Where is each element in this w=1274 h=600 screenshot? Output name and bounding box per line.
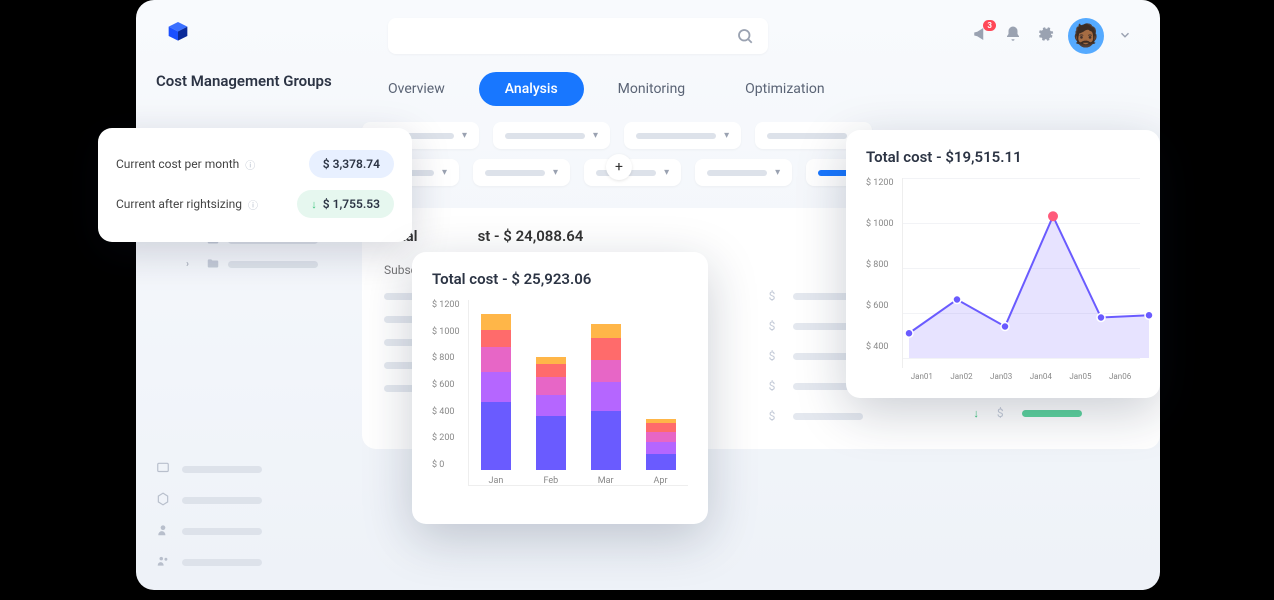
chevron-down-icon[interactable] (1118, 27, 1132, 46)
search-icon (736, 27, 754, 45)
line-chart-card: Total cost - $19,515.11 $ 1200$ 1000$ 80… (846, 130, 1160, 398)
tab-overview[interactable]: Overview (362, 72, 471, 106)
bar-chart-card: Total cost - $ 25,923.06 $ 1200$ 1000$ 8… (412, 252, 708, 524)
filter-dropdown[interactable]: ▾ (695, 159, 792, 186)
avatar[interactable]: 🧔🏾 (1068, 18, 1104, 54)
arrow-down-icon: ↓ (311, 198, 317, 211)
dollar-icon: $ (769, 349, 776, 363)
sidebar-footer (156, 460, 262, 572)
bar-chart-plot-area: JanFebMarApr (468, 300, 688, 486)
line-chart: $ 1200$ 1000$ 800$ 600$ 400 (866, 178, 1140, 368)
tab-analysis[interactable]: Analysis (479, 72, 584, 106)
cost-per-month-label: Current cost per month ⓘ (116, 157, 255, 172)
tree-item[interactable]: › (156, 252, 362, 276)
dollar-icon: $ (769, 319, 776, 333)
table-row: ↓$ (973, 398, 1138, 428)
tab-optimization[interactable]: Optimization (719, 72, 850, 106)
info-icon[interactable]: ⓘ (245, 157, 255, 172)
dollar-icon: $ (769, 409, 776, 423)
filter-dropdown[interactable]: ▾ (473, 159, 570, 186)
sidebar-footer-item[interactable] (156, 553, 262, 572)
sidebar-footer-item[interactable] (156, 491, 262, 510)
sidebar-footer-item[interactable] (156, 522, 262, 541)
notification-badge: 3 (983, 20, 996, 31)
bar-chart-y-axis: $ 1200$ 1000$ 800$ 600$ 400$ 200$ 0 (432, 300, 468, 486)
total-label-b: st - $ 24,088.64 (478, 227, 584, 245)
line-chart-title: Total cost - $19,515.11 (866, 148, 1140, 166)
tabs: Overview Analysis Monitoring Optimizatio… (362, 72, 1160, 106)
cost-after-rightsizing-value: ↓$ 1,755.53 (297, 190, 394, 218)
add-button[interactable]: + (606, 154, 632, 180)
line-chart-y-axis: $ 1200$ 1000$ 800$ 600$ 400 (866, 178, 902, 368)
table-row: $ (769, 401, 934, 431)
sidebar-title: Cost Management Groups (156, 72, 362, 90)
app-logo (164, 22, 192, 50)
sidebar-footer-item[interactable] (156, 460, 262, 479)
arrow-down-icon: ↓ (973, 407, 979, 420)
tab-monitoring[interactable]: Monitoring (592, 72, 712, 106)
info-icon[interactable]: ⓘ (248, 197, 258, 212)
search-input[interactable] (388, 18, 768, 54)
dollar-icon: $ (997, 406, 1004, 420)
cost-per-month-value: $ 3,378.74 (309, 150, 394, 178)
filter-dropdown[interactable]: ▾ (584, 159, 681, 186)
dollar-icon: $ (769, 379, 776, 393)
topbar-actions: 3 🧔🏾 (972, 18, 1132, 54)
cost-popover: Current cost per month ⓘ $ 3,378.74 Curr… (98, 128, 412, 242)
cost-after-rightsizing-label: Current after rightsizing ⓘ (116, 197, 258, 212)
line-chart-x-axis: Jan01Jan02Jan03Jan04Jan05Jan06 (866, 372, 1140, 381)
filter-dropdown[interactable]: ▾ (493, 122, 610, 149)
announcements-icon[interactable]: 3 (972, 25, 990, 47)
topbar: 3 🧔🏾 (136, 0, 1160, 64)
gear-icon[interactable] (1036, 25, 1054, 47)
bar-chart-title: Total cost - $ 25,923.06 (432, 270, 688, 288)
bell-icon[interactable] (1004, 25, 1022, 47)
line-chart-plot-area (902, 178, 1140, 368)
filter-dropdown[interactable]: ▾ (624, 122, 741, 149)
dollar-icon: $ (769, 289, 776, 303)
bar-chart: $ 1200$ 1000$ 800$ 600$ 400$ 200$ 0 JanF… (432, 300, 688, 486)
